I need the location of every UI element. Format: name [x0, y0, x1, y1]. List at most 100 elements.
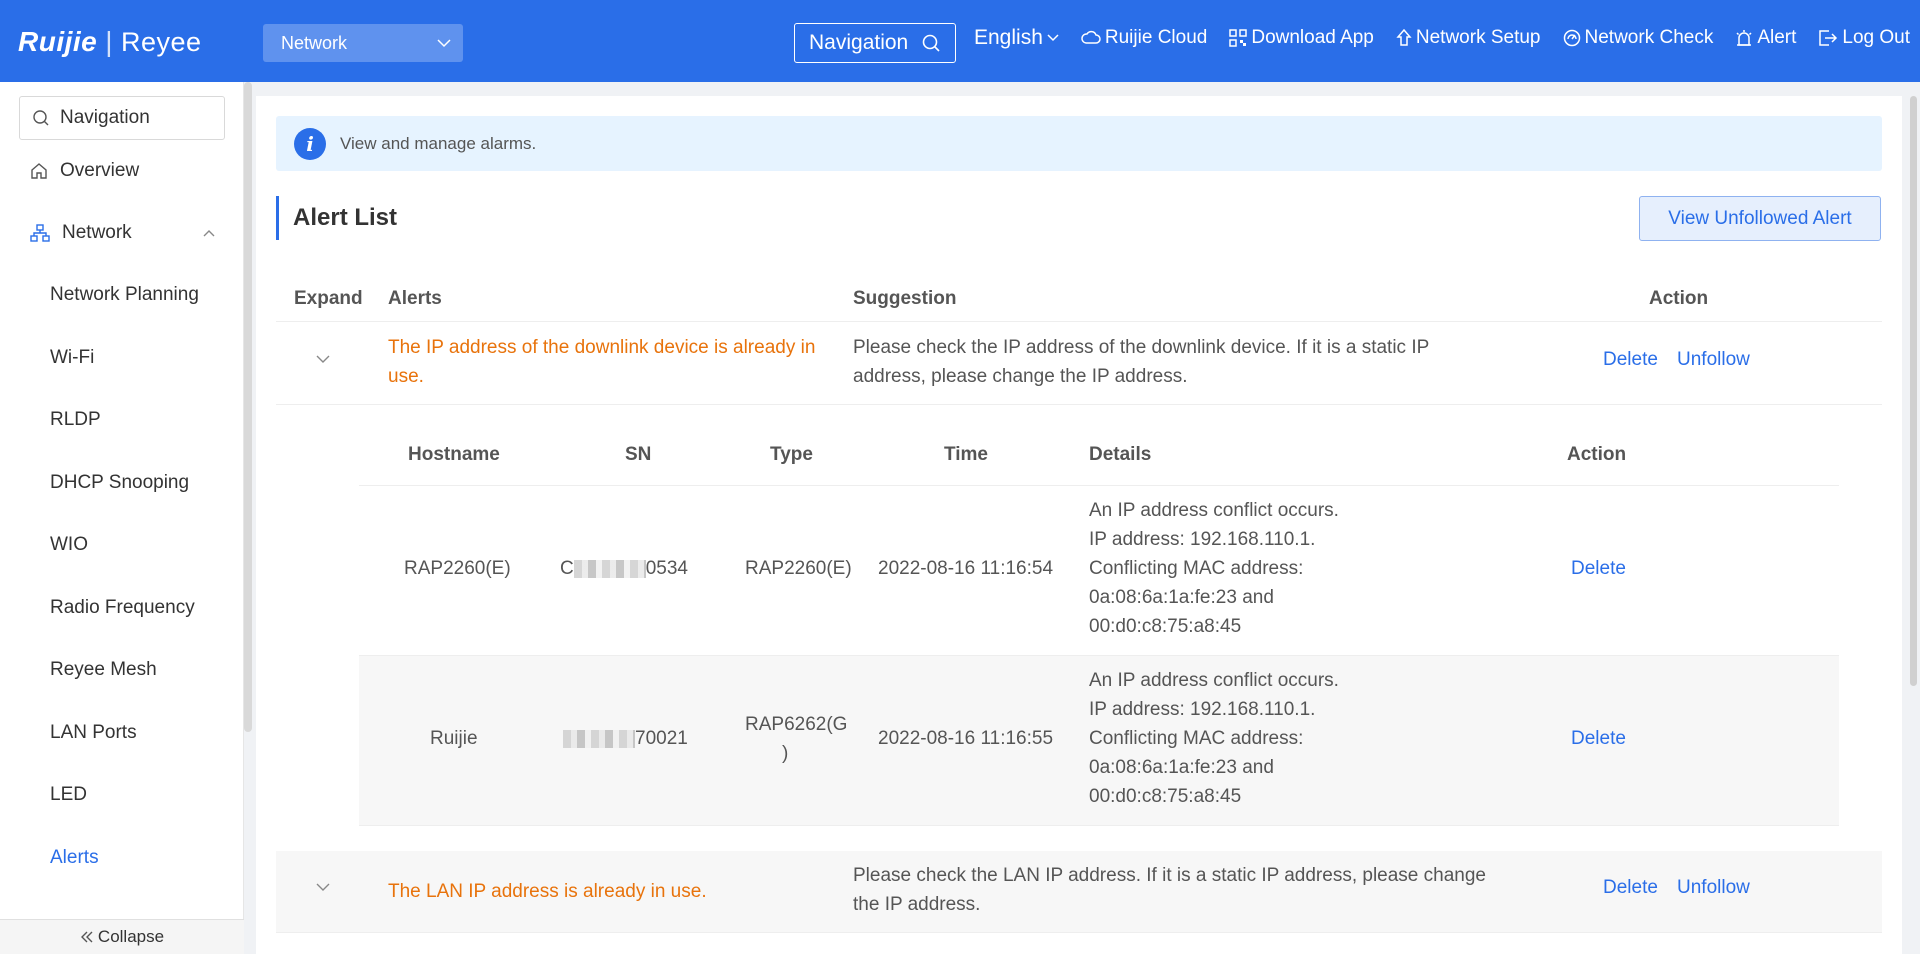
reyee-logo-text: Reyee — [121, 26, 202, 57]
sidebar-item-dhcp-snooping[interactable]: DHCP Snooping — [0, 468, 240, 498]
navigation-search-box[interactable]: Navigation — [794, 23, 956, 63]
top-header: Ruijie | Reyee Network Navigation Englis… — [0, 0, 1920, 82]
sidebar-search-input[interactable]: Navigation — [19, 96, 225, 140]
suggestion-line: address, please change the IP address. — [853, 366, 1188, 387]
language-label: English — [974, 26, 1043, 49]
unfollow-link[interactable]: Unfollow — [1677, 877, 1750, 899]
delete-link[interactable]: Delete — [1603, 349, 1658, 371]
alert-link[interactable]: Alert — [1735, 27, 1796, 49]
details-line: An IP address conflict occurs. — [1089, 670, 1339, 691]
network-check-label: Network Check — [1584, 27, 1714, 48]
info-text: View and manage alarms. — [340, 133, 537, 153]
details-line: 00:d0:c8:75:a8:45 — [1089, 616, 1242, 637]
column-header-time: Time — [944, 444, 989, 465]
delete-link[interactable]: Delete — [1571, 728, 1626, 750]
info-icon: i — [294, 127, 326, 160]
sn-prefix: C — [560, 558, 574, 579]
unfollow-link[interactable]: Unfollow — [1677, 349, 1750, 371]
brand-logo[interactable]: Ruijie | Reyee — [18, 26, 202, 58]
sn-cell: C 0534 — [560, 558, 688, 580]
hostname-cell: RAP2260(E) — [404, 558, 511, 579]
log-out-link[interactable]: Log Out — [1818, 27, 1910, 49]
details-line: 0a:08:6a:1a:fe:23 and — [1089, 757, 1274, 778]
detail-table-header: Hostname SN Type Time Details Action — [359, 406, 1839, 486]
sidebar-item-led[interactable]: LED — [0, 780, 240, 810]
chevron-up-icon — [203, 230, 215, 237]
sidebar-item-label: Alerts — [50, 847, 99, 868]
chevron-down-icon — [316, 883, 330, 892]
suggestion-line: the IP address. — [853, 894, 981, 915]
sidebar-item-label: Overview — [60, 160, 140, 181]
suggestion-line: Please check the LAN IP address. If it i… — [853, 865, 1486, 886]
alert-message-line: use. — [388, 366, 424, 387]
sidebar-item-rldp[interactable]: RLDP — [0, 405, 240, 435]
sidebar-item-overview[interactable]: Overview — [0, 156, 240, 186]
sidebar-item-network-planning[interactable]: Network Planning — [0, 280, 240, 310]
logout-icon — [1819, 30, 1838, 46]
alert-list-title: Alert List — [276, 196, 397, 240]
network-select[interactable]: Network — [263, 24, 463, 62]
type-cell: RAP2260(E) — [745, 558, 852, 579]
table-row: Ruijie 70021 RAP6262(G ) 2022-08-16 11:1… — [359, 656, 1839, 826]
chevron-down-icon — [437, 39, 451, 48]
network-setup-link[interactable]: Network Setup — [1396, 27, 1541, 49]
sidebar-scrollbar[interactable] — [244, 82, 252, 732]
sidebar-search-placeholder: Navigation — [60, 107, 150, 128]
ruijie-cloud-link[interactable]: Ruijie Cloud — [1081, 27, 1207, 49]
sn-cell: 70021 — [563, 728, 688, 750]
delete-link[interactable]: Delete — [1571, 558, 1626, 580]
search-icon — [922, 34, 940, 52]
expand-toggle[interactable] — [316, 877, 330, 899]
sidebar-item-lan-ports[interactable]: LAN Ports — [0, 718, 240, 748]
sidebar-item-label: Network Planning — [50, 284, 199, 305]
sidebar-item-label: LED — [50, 784, 87, 805]
ruijie-logo-text: Ruijie — [18, 26, 98, 57]
sidebar-item-label: Wi-Fi — [50, 347, 95, 368]
setup-icon — [1396, 29, 1412, 46]
network-setup-label: Network Setup — [1415, 27, 1541, 48]
qr-code-icon — [1229, 29, 1248, 47]
main-scrollbar[interactable] — [1910, 96, 1917, 686]
expand-toggle[interactable] — [316, 349, 330, 371]
time-cell: 2022-08-16 11:16:55 — [878, 728, 1054, 749]
cloud-icon — [1081, 30, 1101, 44]
type-cell: RAP6262(G — [745, 714, 848, 735]
sn-suffix: 0534 — [645, 558, 689, 579]
collapse-button[interactable]: Collapse — [0, 919, 244, 954]
log-out-label: Log Out — [1842, 27, 1911, 48]
sidebar-item-wio[interactable]: WIO — [0, 530, 240, 560]
alert-label: Alert — [1757, 27, 1797, 48]
table-row: RAP2260(E) C 0534 RAP2260(E) 2022-08-16 1… — [359, 486, 1839, 656]
main-content: i View and manage alarms. Alert List Vie… — [256, 96, 1902, 954]
sidebar-item-alerts[interactable]: Alerts — [0, 843, 240, 873]
sidebar-item-network[interactable]: Network — [0, 218, 240, 248]
sidebar-item-label: WIO — [50, 534, 88, 555]
details-line: An IP address conflict occurs. — [1089, 500, 1339, 521]
redacted-sn-image — [573, 559, 646, 578]
network-select-value: Network — [281, 32, 348, 53]
sidebar-item-label: Reyee Mesh — [50, 659, 157, 680]
view-unfollowed-alert-button[interactable]: View Unfollowed Alert — [1639, 196, 1881, 241]
info-banner: i View and manage alarms. — [276, 116, 1882, 171]
sidebar-item-reyee-mesh[interactable]: Reyee Mesh — [0, 655, 240, 685]
details-line: Conflicting MAC address: — [1089, 558, 1304, 579]
alert-message-line: The LAN IP address is already in use. — [388, 881, 707, 902]
redacted-sn-image — [563, 729, 635, 748]
time-cell: 2022-08-16 11:16:54 — [878, 558, 1054, 579]
download-app-link[interactable]: Download App — [1229, 27, 1374, 49]
table-row: The IP address of the downlink device is… — [276, 323, 1882, 405]
navigation-search-label: Navigation — [809, 31, 909, 54]
table-row: The LAN IP address is already in use. Pl… — [276, 851, 1882, 933]
logo-separator: | — [105, 26, 114, 57]
sidebar-item-label: RLDP — [50, 409, 101, 430]
delete-link[interactable]: Delete — [1603, 877, 1658, 899]
column-header-type: Type — [770, 444, 813, 465]
language-select[interactable]: English — [974, 26, 1059, 50]
sidebar-item-wifi[interactable]: Wi-Fi — [0, 343, 240, 373]
column-header-alerts: Alerts — [388, 288, 442, 309]
details-line: 0a:08:6a:1a:fe:23 and — [1089, 587, 1274, 608]
sidebar-item-radio-frequency[interactable]: Radio Frequency — [0, 593, 240, 623]
network-check-link[interactable]: Network Check — [1563, 27, 1714, 49]
sidebar-item-label: Radio Frequency — [50, 597, 195, 618]
alert-message-line: The IP address of the downlink device is… — [388, 337, 816, 358]
